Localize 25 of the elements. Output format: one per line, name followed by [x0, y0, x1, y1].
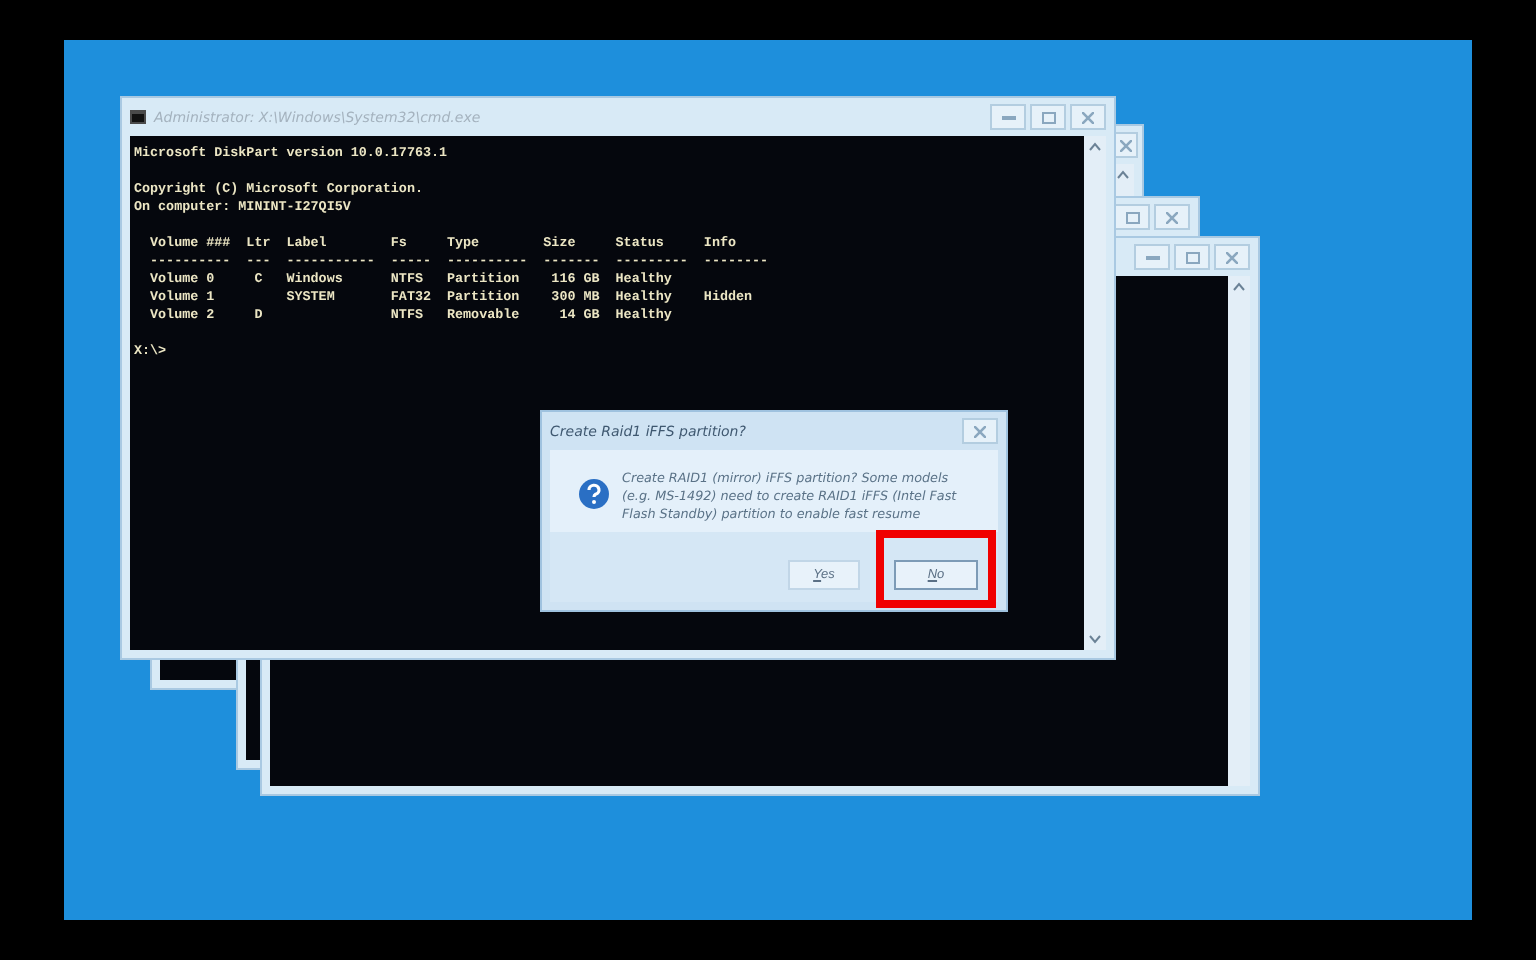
close-button[interactable]	[962, 418, 998, 444]
maximize-icon	[1125, 211, 1139, 223]
scroll-down-icon[interactable]	[1088, 634, 1102, 644]
maximize-icon	[1185, 251, 1199, 263]
close-icon	[1119, 139, 1131, 151]
minimize-icon	[1145, 254, 1159, 260]
close-icon	[974, 425, 986, 437]
close-icon	[1082, 111, 1094, 123]
scroll-up-icon[interactable]	[1232, 282, 1246, 292]
close-button[interactable]	[1214, 244, 1250, 270]
question-icon	[578, 478, 610, 510]
maximize-icon	[1041, 111, 1055, 123]
minimize-button[interactable]	[1134, 244, 1170, 270]
scroll-up-icon[interactable]	[1116, 170, 1130, 180]
close-icon	[1226, 251, 1238, 263]
maximize-button[interactable]	[1114, 204, 1150, 230]
minimize-button[interactable]	[990, 104, 1026, 130]
close-button[interactable]	[1070, 104, 1106, 130]
maximize-button[interactable]	[1174, 244, 1210, 270]
close-button[interactable]	[1154, 204, 1190, 230]
scroll-up-icon[interactable]	[1088, 142, 1102, 152]
minimize-icon	[1001, 114, 1015, 120]
maximize-button[interactable]	[1030, 104, 1066, 130]
close-icon	[1166, 211, 1178, 223]
console-icon	[130, 110, 146, 124]
